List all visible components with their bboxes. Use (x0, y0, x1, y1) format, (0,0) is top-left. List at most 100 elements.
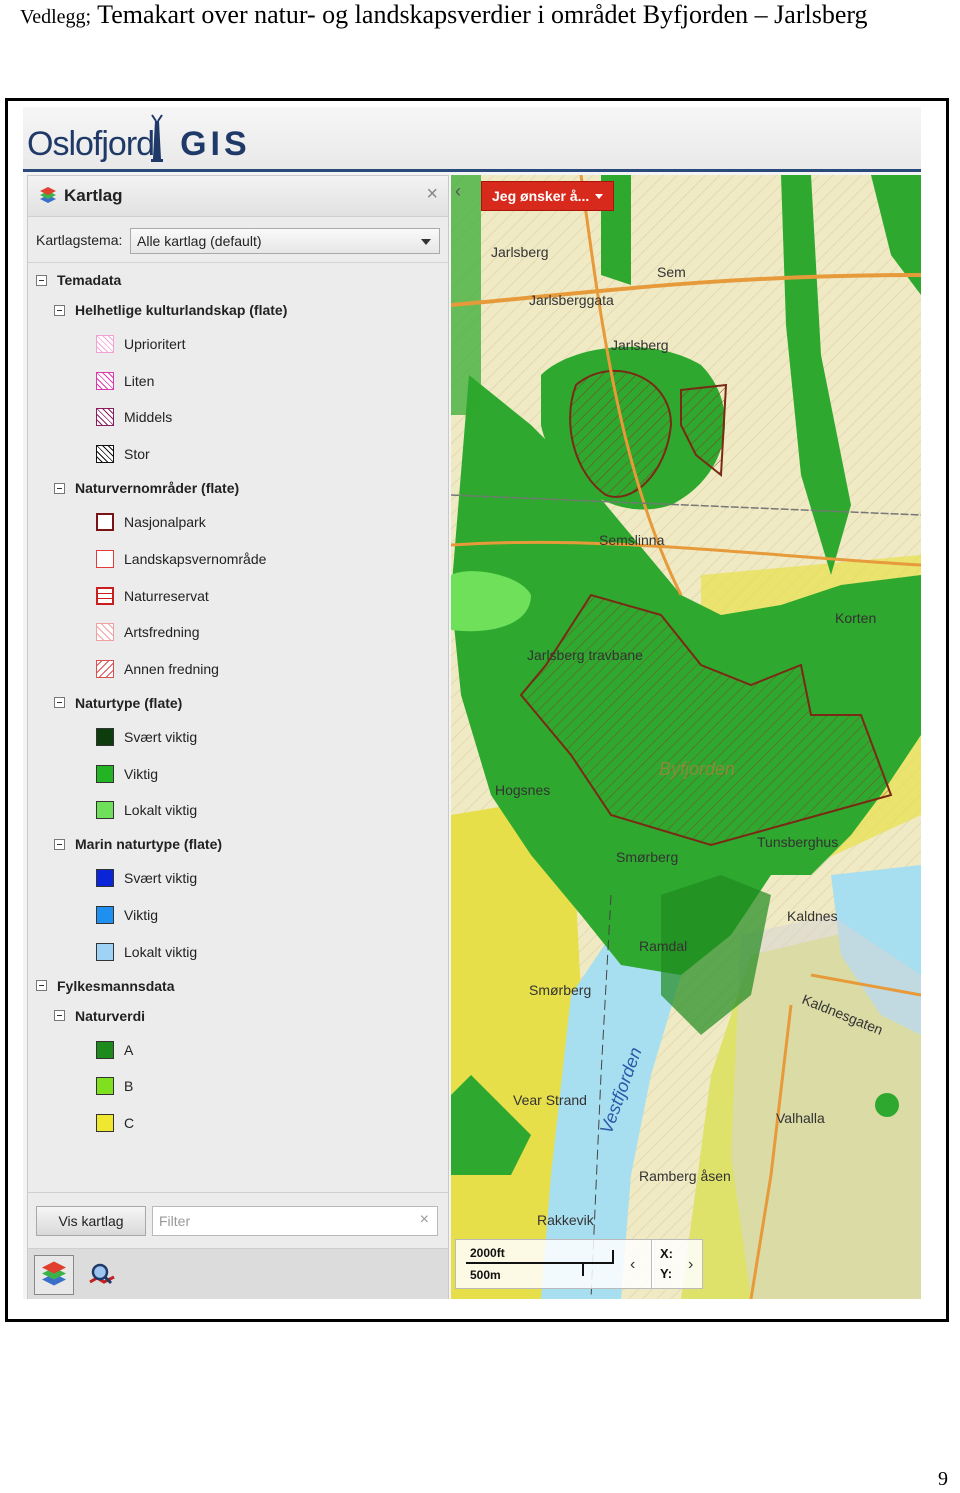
layer-item[interactable]: C (96, 1111, 134, 1135)
map-label: Rakkevik (537, 1212, 595, 1228)
collapse-icon[interactable] (54, 697, 65, 709)
layer-item[interactable]: Lokalt viktig (96, 798, 197, 822)
legend-swatch (96, 942, 114, 961)
map-view[interactable]: Jarlsberg Sem Jarlsberggata Jarlsberg Semsli… (451, 175, 921, 1299)
collapse-icon[interactable] (54, 838, 65, 850)
logo-suffix: GIS (180, 125, 251, 163)
header-title: Temakart over natur- og landskapsverdier… (97, 0, 868, 29)
clear-filter-icon[interactable]: × (420, 1211, 429, 1229)
map-label: Korten (835, 610, 876, 626)
legend-swatch (96, 513, 114, 532)
chevron-right-icon[interactable]: › (688, 1256, 693, 1274)
layers-tool-button[interactable] (34, 1255, 74, 1295)
panel-header: Kartlag × (28, 176, 448, 217)
map-label: Smørberg (616, 849, 678, 865)
collapse-icon[interactable] (36, 980, 47, 992)
layer-label: Lokalt viktig (124, 943, 198, 960)
layer-label: Viktig (124, 907, 158, 923)
map-label: Jarlsberggata (529, 292, 614, 308)
panel-footer: Vis kartlag Filter × (28, 1192, 448, 1247)
chevron-down-icon (421, 239, 431, 245)
panel-toolbar (28, 1248, 448, 1299)
layer-label: Nasjonalpark (124, 514, 206, 531)
legend-swatch (96, 764, 114, 783)
layer-item[interactable]: Uprioritert (96, 332, 185, 356)
collapse-icon[interactable] (54, 1010, 65, 1022)
map-canvas[interactable]: Jarlsberg Sem Jarlsberggata Jarlsberg Semsli… (451, 175, 921, 1299)
layer-label: Naturverdi (75, 1007, 146, 1024)
legend-swatch (96, 1114, 114, 1133)
layer-item[interactable]: Annen fredning (96, 657, 219, 681)
legend-swatch (96, 445, 114, 464)
chevron-left-icon[interactable]: ‹ (630, 1256, 635, 1274)
layer-label: Fylkesmannsdata (57, 977, 175, 994)
layer-item[interactable]: Lokalt viktig (96, 940, 197, 964)
layer-label: Landskapsvernområde (124, 550, 267, 567)
map-label: Vear Strand (513, 1092, 587, 1108)
layer-item[interactable]: Stor (96, 442, 150, 466)
layer-group[interactable]: Naturtype (flate) (54, 691, 182, 715)
actions-menu-button[interactable]: Jeg ønsker å... (481, 181, 615, 211)
layer-item[interactable]: B (96, 1074, 133, 1098)
layer-label: Marin naturtype (flate) (75, 836, 223, 853)
layer-label: Viktig (124, 765, 158, 782)
layer-group[interactable]: Naturvernområder (flate) (54, 476, 239, 500)
layer-item[interactable]: Svært viktig (96, 866, 197, 890)
scale-feet: 2000ft (470, 1246, 505, 1260)
theme-value: Alle kartlag (default) (137, 233, 262, 249)
show-layers-button[interactable]: Vis kartlag (36, 1206, 146, 1236)
layer-label: C (124, 1115, 135, 1132)
legend-swatch (96, 1040, 114, 1059)
layer-item[interactable]: A (96, 1038, 133, 1062)
layers-panel: Kartlag × Kartlagstema: Alle kartlag (de… (27, 175, 449, 1299)
chevron-left-icon[interactable]: ‹ (455, 181, 461, 202)
map-label: Sem (657, 264, 686, 280)
gis-application: Oslofjord GIS Kartlag × Kartlagstema: All… (23, 107, 921, 1299)
legend-swatch (96, 408, 114, 427)
caret-down-icon (595, 193, 604, 199)
layer-item[interactable]: Viktig (96, 903, 158, 927)
layers-icon (40, 187, 56, 203)
search-tool-button[interactable] (82, 1255, 122, 1295)
map-label: Ramberg åsen (639, 1168, 731, 1184)
filter-placeholder: Filter (159, 1213, 191, 1229)
map-label: Semslinna (599, 532, 665, 548)
layer-group[interactable]: Fylkesmannsdata (36, 974, 175, 998)
legend-swatch (96, 659, 114, 678)
layer-group[interactable]: Marin naturtype (flate) (54, 832, 222, 856)
layer-label: Naturreservat (124, 587, 209, 604)
legend-swatch (96, 1077, 114, 1096)
layer-item[interactable]: Naturreservat (96, 584, 209, 608)
layer-group[interactable]: Helhetlige kulturlandskap (flate) (54, 298, 287, 322)
collapse-icon[interactable] (36, 274, 47, 286)
legend-swatch (96, 549, 114, 568)
collapse-icon[interactable] (54, 482, 65, 494)
collapse-icon[interactable] (54, 304, 65, 316)
map-search-icon (89, 1263, 115, 1285)
map-label: Kaldnes (787, 908, 838, 924)
coordinate-readout: X: Y: › (651, 1239, 703, 1289)
app-logo[interactable]: Oslofjord GIS (27, 125, 251, 164)
layer-group[interactable]: Temadata (36, 268, 121, 292)
layer-item[interactable]: Liten (96, 369, 154, 393)
theme-select[interactable]: Alle kartlag (default) (130, 228, 440, 254)
layer-label: Naturvernområder (flate) (75, 480, 240, 497)
layer-item[interactable]: Middels (96, 405, 172, 429)
layer-group[interactable]: Naturverdi (54, 1004, 145, 1028)
app-topbar: Oslofjord GIS (23, 107, 921, 172)
map-label: Byfjorden (659, 759, 735, 779)
close-icon[interactable]: × (426, 183, 438, 206)
layer-item[interactable]: Nasjonalpark (96, 510, 206, 534)
layer-item[interactable]: Landskapsvernområde (96, 547, 266, 571)
layer-item[interactable]: Artsfredning (96, 620, 199, 644)
layer-item[interactable]: Svært viktig (96, 725, 197, 749)
layer-label: Stor (124, 446, 150, 463)
layer-label: Svært viktig (124, 728, 198, 745)
filter-input[interactable]: Filter × (152, 1206, 438, 1236)
layers-icon (42, 1261, 66, 1286)
map-label: Jarlsberg (491, 244, 549, 260)
layer-label: Middels (124, 409, 173, 426)
theme-label: Kartlagstema: (36, 232, 123, 248)
layer-item[interactable]: Viktig (96, 762, 158, 786)
logo-text: Oslofjord (27, 125, 155, 163)
